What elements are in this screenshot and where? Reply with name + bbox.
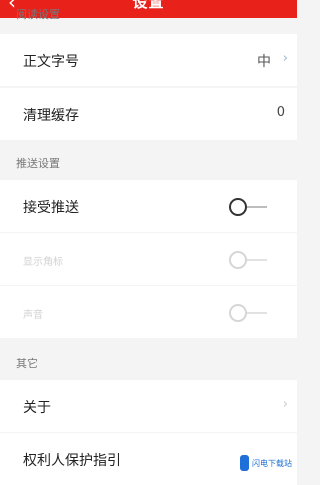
rights-guide-label: 权利人保护指引 <box>23 453 121 469</box>
show-badge-row: 显示角标 <box>0 233 297 285</box>
toggle-knob <box>229 198 247 216</box>
font-size-label: 正文字号 <box>23 54 79 70</box>
accept-push-toggle[interactable] <box>229 198 267 216</box>
accept-push-label: 接受推送 <box>23 200 79 216</box>
cache-size-value: 0 <box>276 105 285 120</box>
font-size-row[interactable]: 正文字号 中 › <box>0 34 297 86</box>
clear-cache-label: 清理缓存 <box>23 108 79 124</box>
sound-row: 声音 <box>0 286 297 338</box>
watermark-text: 闪电下载站 <box>252 458 292 468</box>
section-header-reading: 阅读设置 <box>16 8 60 21</box>
sound-toggle[interactable] <box>229 304 267 322</box>
about-row[interactable]: 关于 › <box>0 380 297 432</box>
accept-push-row: 接受推送 <box>0 180 297 232</box>
show-badge-label: 显示角标 <box>23 257 63 268</box>
watermark: 闪电下载站 <box>240 451 292 475</box>
about-label: 关于 <box>23 400 51 416</box>
clear-cache-row[interactable]: 清理缓存 0 <box>0 88 297 140</box>
show-badge-toggle[interactable] <box>229 251 267 269</box>
sound-label: 声音 <box>23 310 43 321</box>
chevron-right-icon: › <box>282 397 288 412</box>
toggle-knob <box>229 304 247 322</box>
section-header-other: 其它 <box>16 357 38 370</box>
toggle-knob <box>229 251 247 269</box>
watermark-logo-icon <box>240 455 249 471</box>
chevron-right-icon: › <box>282 51 288 66</box>
font-size-value: 中 <box>257 54 271 70</box>
section-header-push: 推送设置 <box>16 157 60 170</box>
